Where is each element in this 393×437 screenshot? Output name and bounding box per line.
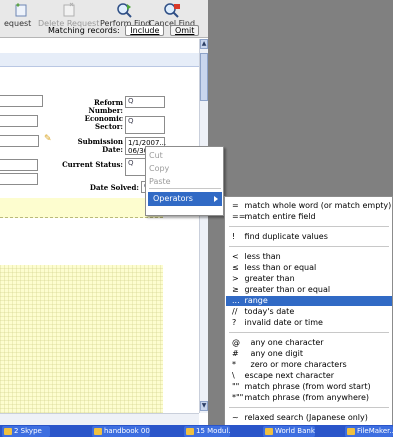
vertical-scrollbar[interactable]: ▲ ▼ xyxy=(199,39,208,413)
filemaker-icon xyxy=(347,428,355,435)
operator-zero-or-more[interactable]: * zero or more characters xyxy=(232,360,347,370)
request-icon xyxy=(15,3,27,17)
left-field-4[interactable] xyxy=(0,159,38,171)
context-menu: Cut Copy Paste Operators xyxy=(145,146,224,216)
operator-less-than[interactable]: < less than xyxy=(232,252,281,262)
operator-phrase-anywhere[interactable]: *"" match phrase (from anywhere) xyxy=(232,393,369,403)
left-field-1[interactable] xyxy=(0,95,43,107)
submission-date-label: Submission Date: xyxy=(77,137,123,154)
operator-any-one-digit[interactable]: # any one digit xyxy=(232,349,303,359)
taskbar: 2 Skype handbook 00... 15 Modul... World… xyxy=(0,425,393,437)
operator-invalid-date-time[interactable]: ? invalid date or time xyxy=(232,318,323,328)
operator-phrase-word-start[interactable]: "" match phrase (from word start) xyxy=(232,382,371,392)
include-button[interactable]: Include xyxy=(125,25,165,36)
date-solved-label: Date Solved: xyxy=(89,183,139,192)
taskbar-item-modul[interactable]: 15 Modul... xyxy=(184,426,230,437)
operator-greater-than-or-equal[interactable]: ≥ greater than or equal xyxy=(232,285,330,295)
operator-range[interactable]: ... range xyxy=(226,296,392,306)
scroll-down-icon[interactable]: ▼ xyxy=(200,401,208,411)
new-request-button[interactable]: equest xyxy=(4,2,31,28)
scroll-thumb[interactable] xyxy=(200,53,208,101)
find-layout: ✎ Reform Number: Q Economic Sector: Q Su… xyxy=(0,39,199,425)
operator-any-one-character[interactable]: @ any one character xyxy=(232,338,324,348)
taskbar-item-world-bank[interactable]: World Bank... xyxy=(263,426,315,437)
submenu-arrow-icon xyxy=(214,196,218,202)
economic-sector-label: Economic Sector: xyxy=(84,114,123,131)
menu-separator xyxy=(229,246,389,247)
menu-separator xyxy=(229,407,389,408)
left-field-2[interactable] xyxy=(0,115,38,127)
folder-icon xyxy=(265,428,273,435)
reform-number-field[interactable]: Q xyxy=(125,96,165,108)
perform-find-icon xyxy=(117,3,132,18)
taskbar-item-handbook[interactable]: handbook 00... xyxy=(92,426,150,437)
operators-submenu: = match whole word (or match empty) == m… xyxy=(224,196,393,434)
notes-field-top[interactable] xyxy=(0,198,163,218)
menu-item-copy[interactable]: Copy xyxy=(149,164,169,173)
menu-separator xyxy=(229,226,389,227)
skype-icon xyxy=(4,428,12,435)
operator-match-whole-word[interactable]: = match whole word (or match empty) xyxy=(232,201,391,211)
economic-sector-field[interactable]: Q xyxy=(125,116,165,134)
operator-greater-than[interactable]: > greater than xyxy=(232,274,295,284)
current-status-label: Current Status: xyxy=(62,160,123,169)
menu-item-operators-label: Operators xyxy=(153,194,193,203)
left-field-3[interactable] xyxy=(0,135,39,147)
delete-request-icon xyxy=(63,2,75,17)
cancel-find-icon xyxy=(164,3,181,18)
operator-relaxed-search[interactable]: ~ relaxed search (Japanese only) xyxy=(232,413,368,423)
left-field-5[interactable] xyxy=(0,173,38,185)
menu-item-paste[interactable]: Paste xyxy=(149,177,171,186)
operator-less-than-or-equal[interactable]: ≤ less than or equal xyxy=(232,263,316,273)
scroll-up-icon[interactable]: ▲ xyxy=(200,39,208,49)
taskbar-item-filemaker[interactable]: FileMaker... xyxy=(345,426,393,437)
menu-separator xyxy=(229,332,389,333)
folder-icon xyxy=(186,428,194,435)
operator-match-entire-field[interactable]: == match entire field xyxy=(232,212,316,222)
status-toolbar: equest Delete Request Perform Find Cance… xyxy=(0,0,208,38)
find-symbol: Q xyxy=(128,117,134,125)
omit-button[interactable]: Omit xyxy=(169,25,200,36)
folder-icon xyxy=(94,428,102,435)
matching-records-label: Matching records: xyxy=(48,26,120,35)
operator-todays-date[interactable]: // today's date xyxy=(232,307,294,317)
pencil-icon: ✎ xyxy=(44,134,52,144)
menu-item-operators[interactable]: Operators xyxy=(148,192,222,206)
find-symbol: Q xyxy=(128,159,134,167)
operator-escape-next[interactable]: \ escape next character xyxy=(232,371,334,381)
header-band xyxy=(0,53,199,67)
menu-separator xyxy=(149,188,221,189)
notes-portal[interactable] xyxy=(0,265,163,425)
reform-number-label: Reform Number: xyxy=(88,98,123,115)
taskbar-item-skype[interactable]: 2 Skype xyxy=(2,426,50,437)
operator-find-duplicates[interactable]: ! find duplicate values xyxy=(232,232,328,242)
menu-item-cut[interactable]: Cut xyxy=(149,151,163,160)
matching-records: Matching records: Include Omit xyxy=(48,25,200,36)
find-symbol: Q xyxy=(128,97,134,105)
horizontal-scrollbar[interactable] xyxy=(0,413,199,425)
